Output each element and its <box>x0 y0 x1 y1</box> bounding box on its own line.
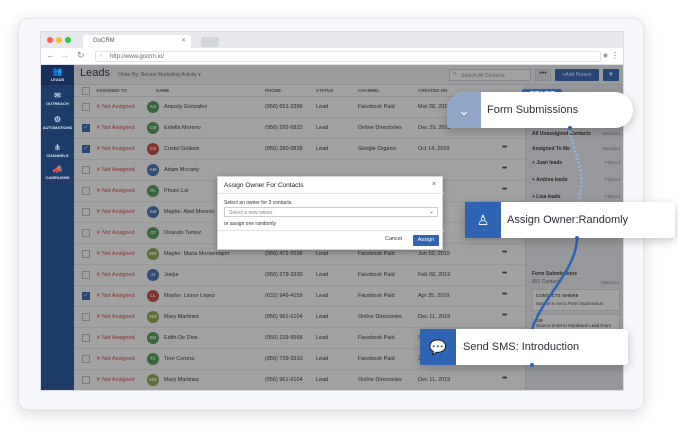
sidebar: 👥 LEADS ✉ OUTREACH ⚙ AUTOMATIONS ⋔ CHANN… <box>41 65 74 390</box>
chat-bubble-icon: 💬 <box>420 329 456 365</box>
sidebar-item-channels[interactable]: ⋔ CHANNELS <box>41 143 74 158</box>
forward-icon[interactable]: → <box>60 50 69 60</box>
connector-dot <box>530 363 534 367</box>
url-text: http://www.gocrm.io/ <box>110 54 165 60</box>
connector-dot <box>568 126 572 130</box>
tab-bar: GoCRM ✕ <box>41 32 623 48</box>
assign-button[interactable]: Assign <box>413 235 439 246</box>
divider <box>218 230 444 231</box>
divider <box>218 193 444 194</box>
automations-icon: ⚙ <box>53 115 62 124</box>
workflow-step-assign-owner[interactable]: ♙ Assign Owner:Randomly <box>465 202 675 238</box>
workflow-step-form-submissions[interactable]: ⌄ Form Submissions <box>447 92 633 128</box>
close-window-icon[interactable] <box>47 37 53 43</box>
sidebar-item-leads[interactable]: 👥 LEADS <box>41 65 74 85</box>
chevron-down-icon: ⌄ <box>428 209 434 215</box>
workflow-step-label: Assign Owner:Randomly <box>507 214 629 226</box>
page-icon: ▫ <box>100 53 103 59</box>
tab-title: GoCRM <box>93 38 115 44</box>
assign-random-text: or assign one randomly <box>224 221 276 227</box>
minimize-window-icon[interactable] <box>56 37 62 43</box>
close-icon[interactable]: × <box>432 181 436 188</box>
maximize-window-icon[interactable] <box>65 37 71 43</box>
user-badge-icon: ♙ <box>465 202 501 238</box>
address-bar: ← → ↻ ▫ http://www.gocrm.io/ ★ ⋮ <box>41 48 623 65</box>
new-tab-button[interactable] <box>201 37 219 47</box>
channels-icon: ⋔ <box>54 143 61 152</box>
sidebar-item-label: CAMPAIGNS <box>45 175 70 180</box>
back-icon[interactable]: ← <box>46 50 55 60</box>
url-field[interactable]: ▫ http://www.gocrm.io/ <box>95 51 601 62</box>
reload-icon[interactable]: ↻ <box>77 50 85 61</box>
cancel-button[interactable]: Cancel <box>385 236 402 242</box>
double-chevron-down-icon: ⌄ <box>447 92 481 128</box>
workflow-step-label: Form Submissions <box>487 104 579 116</box>
outreach-icon: ✉ <box>54 91 61 100</box>
owner-select-placeholder: Select a new owner <box>229 210 273 216</box>
sidebar-item-campaigns[interactable]: 📣 CAMPAIGNS <box>41 165 74 180</box>
modal-title: Assign Owner For Contacts <box>224 182 304 189</box>
bookmark-star-icon[interactable]: ★ <box>602 51 609 60</box>
sidebar-item-outreach[interactable]: ✉ OUTREACH <box>41 91 74 106</box>
workflow-step-send-sms[interactable]: 💬 Send SMS: Introduction <box>420 329 628 365</box>
leads-icon: 👥 <box>52 67 63 76</box>
sidebar-item-label: AUTOMATIONS <box>42 125 73 130</box>
sidebar-item-label: OUTREACH <box>46 101 69 106</box>
assign-owner-modal: Assign Owner For Contacts × Select an ow… <box>217 176 444 250</box>
workflow-step-label: Send SMS: Introduction <box>463 341 580 353</box>
sidebar-item-label: CHANNELS <box>46 153 69 158</box>
modal-subtitle: Select an owner for 3 contacts. <box>224 200 293 206</box>
close-tab-icon[interactable]: ✕ <box>181 37 186 44</box>
sidebar-item-label: LEADS <box>50 77 65 82</box>
browser-tab[interactable]: GoCRM ✕ <box>83 35 191 48</box>
campaigns-icon: 📣 <box>52 165 63 174</box>
connector-dot <box>575 236 579 240</box>
owner-select[interactable]: Select a new owner ⌄ <box>224 207 438 217</box>
browser-menu-icon[interactable]: ⋮ <box>611 51 619 60</box>
sidebar-item-automations[interactable]: ⚙ AUTOMATIONS <box>41 115 74 130</box>
